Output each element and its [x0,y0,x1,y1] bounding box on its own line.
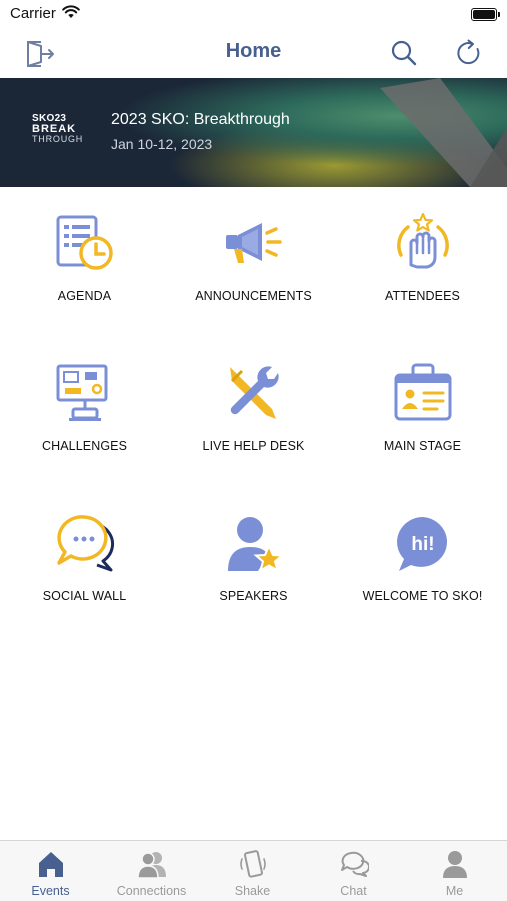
tile-attendees[interactable]: ATTENDEES [338,187,507,337]
tile-label: LIVE HELP DESK [202,439,305,453]
tab-shake[interactable]: Shake [202,841,303,901]
tile-speakers[interactable]: SPEAKERS [169,487,338,637]
event-title: 2023 SKO: Breakthrough [111,111,290,128]
tile-label: SOCIAL WALL [42,589,127,603]
tools-icon [229,366,279,419]
tile-main-stage[interactable]: MAIN STAGE [338,337,507,487]
tab-chat[interactable]: Chat [303,841,404,901]
game-board-icon [56,364,107,421]
megaphone-icon [225,223,282,263]
raised-hand-icon [396,213,449,269]
logo-line-3: THROUGH [32,134,84,144]
tile-label: WELCOME TO SKO! [362,589,483,603]
event-banner[interactable]: SKO23 BREAK THROUGH 2023 SKO: Breakthrou… [0,78,507,187]
tile-announcements[interactable]: ANNOUNCEMENTS [169,187,338,337]
tile-welcome-to-sko[interactable]: hi! WELCOME TO SKO! [338,487,507,637]
tab-me[interactable]: Me [404,841,505,901]
tab-events[interactable]: Events [0,841,101,901]
tab-connections[interactable]: Connections [101,841,202,901]
person-icon [442,851,467,878]
house-icon [38,852,63,877]
tile-social-wall[interactable]: SOCIAL WALL [0,487,169,637]
hi-text: hi! [411,534,434,555]
tile-label: AGENDA [57,289,112,303]
battery-icon [471,8,500,21]
carrier-label: Carrier [10,5,56,22]
tab-bar: Events Connections Shake Chat Me [0,840,507,901]
hi-bubble-icon: hi! [396,517,447,571]
event-date: Jan 10-12, 2023 [111,136,213,152]
phone-shake-icon [239,850,266,878]
tab-label: Me [445,884,464,898]
logo-line-2: BREAK [32,123,77,135]
tile-live-help-desk[interactable]: LIVE HELP DESK [169,337,338,487]
refresh-button[interactable] [452,36,486,70]
search-icon [391,40,417,66]
agenda-icon [56,215,113,270]
search-button[interactable] [387,36,421,70]
tab-label: Connections [116,884,187,898]
status-bar: Carrier [0,0,507,28]
chat-bubbles-icon [56,515,114,572]
refresh-icon [457,39,480,65]
tile-label: ATTENDEES [385,289,460,303]
tile-label: SPEAKERS [219,589,288,603]
star-person-icon [227,517,284,573]
tile-challenges[interactable]: CHALLENGES [0,337,169,487]
wifi-icon [62,5,80,18]
id-badge-icon [394,363,451,421]
tab-label: Events [31,884,70,898]
people-icon [136,852,166,879]
tab-label: Chat [340,884,367,898]
nav-bar: Home [0,28,507,78]
tab-label: Shake [234,884,271,898]
tile-label: MAIN STAGE [383,439,462,453]
tile-agenda[interactable]: AGENDA [0,187,169,337]
tile-label: CHALLENGES [41,439,128,453]
page-title: Home [225,40,282,62]
tile-label: ANNOUNCEMENTS [195,289,312,303]
event-logo: SKO23 BREAK THROUGH [32,114,84,145]
chat-icon [340,851,369,877]
